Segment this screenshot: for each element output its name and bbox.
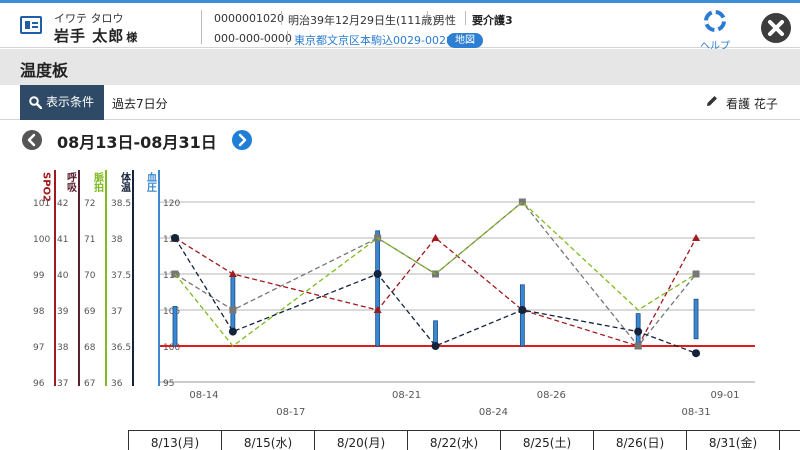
x-tick-label: 09-01: [710, 390, 739, 401]
axis-label: 体温: [119, 171, 131, 193]
tick-label: 98: [33, 307, 45, 317]
data-point: [518, 306, 527, 314]
tick-label: 37: [57, 379, 68, 389]
filter-bar: 表示条件 過去7日分 看護 花子: [0, 85, 800, 120]
map-button[interactable]: 地図: [447, 33, 483, 48]
data-point: [373, 270, 382, 278]
tick-label: 96: [33, 379, 45, 389]
tick-label: 38.5: [111, 199, 131, 209]
patient-id: 0000001020: [214, 12, 284, 25]
tick-label: 38: [111, 235, 123, 245]
tick-label: 95: [163, 379, 174, 389]
tick-label: 70: [84, 271, 96, 281]
help-lifebuoy-icon: [704, 9, 726, 32]
x-tick-label: 08-14: [189, 390, 218, 401]
tick-label: 120: [163, 199, 180, 209]
care-level: 要介護3: [472, 14, 513, 27]
chevron-left-icon: [27, 133, 36, 147]
tick-label: 99: [33, 271, 45, 281]
previous-period-button[interactable]: [22, 130, 42, 150]
patient-address-link[interactable]: 東京都文京区本駒込0029-0028: [294, 32, 453, 48]
pencil-icon: [707, 96, 717, 106]
bp-bar: [375, 230, 381, 347]
title-bar: 温度板: [0, 49, 800, 85]
data-point: [634, 327, 643, 336]
chevron-right-icon: [238, 133, 247, 147]
x-tick-label: 08-17: [276, 407, 305, 418]
tick-label: 97: [33, 343, 44, 353]
divider: [427, 11, 428, 25]
tick-label: 71: [84, 235, 95, 245]
tick-label: 42: [57, 199, 68, 209]
patient-honorific: 様: [126, 31, 139, 44]
divider: [287, 31, 288, 45]
data-point: [228, 327, 237, 336]
vitals-chart: SPO2 96 97 98 99 100 101 呼吸 37 38 39 40 41 42 脈拍 67 68 69…: [33, 170, 755, 418]
divider: [465, 11, 466, 25]
date-cell: 8/25(土): [501, 431, 594, 450]
axis-label: 呼吸: [65, 171, 77, 193]
divider: [281, 11, 282, 25]
tick-label: 101: [33, 199, 50, 209]
date-cell: 8/13(月): [129, 431, 222, 450]
help-button[interactable]: ヘルプ: [700, 9, 730, 52]
bp-bar: [230, 273, 236, 332]
date-cell: 8/26(日): [594, 431, 687, 450]
tick-label: 37: [111, 307, 122, 317]
tick-label: 68: [84, 343, 96, 353]
next-period-button[interactable]: [232, 130, 252, 150]
patient-birth: 明治39年12月29日生(111歳): [288, 14, 437, 27]
tick-label: 37.5: [111, 271, 131, 281]
tick-label: 72: [84, 199, 95, 209]
data-point: [229, 306, 237, 314]
patient-name: 岩手 太郎様: [54, 25, 138, 46]
date-cell: 8/31(金): [687, 431, 780, 450]
date-range: 08月13日-08月31日: [57, 133, 217, 152]
patient-sex: 男性: [434, 14, 456, 27]
axis-label: 血圧: [145, 171, 157, 193]
close-icon: [768, 20, 784, 36]
tick-label: 67: [84, 379, 95, 389]
nurse-name: 看護 花子: [726, 97, 778, 111]
x-tick-label: 08-26: [537, 390, 566, 401]
page-title: 温度板: [20, 61, 69, 80]
data-point: [431, 342, 440, 350]
patient-name-kana: イワテ タロウ: [54, 12, 124, 25]
search-icon: [29, 96, 42, 109]
data-point: [634, 342, 642, 350]
bp-bar: [519, 284, 525, 347]
date-cell: 8/22(水): [408, 431, 501, 450]
tick-label: 39: [57, 307, 69, 317]
patient-phone: 000-000-0000: [214, 32, 292, 45]
date-cell: 8/15(水): [222, 431, 315, 450]
axis-label: SPO2: [41, 172, 52, 202]
x-tick-label: 08-24: [479, 407, 508, 418]
patient-name-text: 岩手 太郎: [54, 27, 125, 45]
tick-label: 36.5: [111, 343, 131, 353]
display-conditions-button[interactable]: 表示条件: [20, 85, 104, 120]
tick-label: 40: [57, 271, 69, 281]
tick-label: 41: [57, 235, 68, 245]
x-tick-label: 08-31: [682, 407, 711, 418]
axis-label: 脈拍: [92, 171, 104, 193]
data-point: [692, 349, 701, 358]
bp-bar: [172, 305, 178, 347]
tick-label: 105: [163, 307, 180, 317]
date-table: 8/13(月) 8/15(水) 8/20(月) 8/22(水) 8/25(土) 8/26(…: [128, 430, 800, 450]
date-cell: 8/20(月): [315, 431, 408, 450]
id-card-icon: [20, 16, 42, 34]
patient-header: イワテ タロウ 岩手 太郎様 0000001020 明治39年12月29日生(1…: [0, 3, 800, 52]
bp-bar: [693, 298, 699, 340]
divider: [201, 10, 202, 44]
tick-label: 100: [163, 343, 180, 353]
tick-label: 69: [84, 307, 96, 317]
data-point: [171, 234, 179, 242]
close-button[interactable]: [761, 13, 791, 43]
x-tick-label: 08-21: [392, 390, 421, 401]
filter-value: 過去7日分: [112, 97, 168, 111]
tick-label: 36: [111, 379, 123, 389]
display-conditions-label: 表示条件: [46, 95, 95, 109]
tick-label: 38: [57, 343, 69, 353]
tick-label: 100: [33, 235, 50, 245]
